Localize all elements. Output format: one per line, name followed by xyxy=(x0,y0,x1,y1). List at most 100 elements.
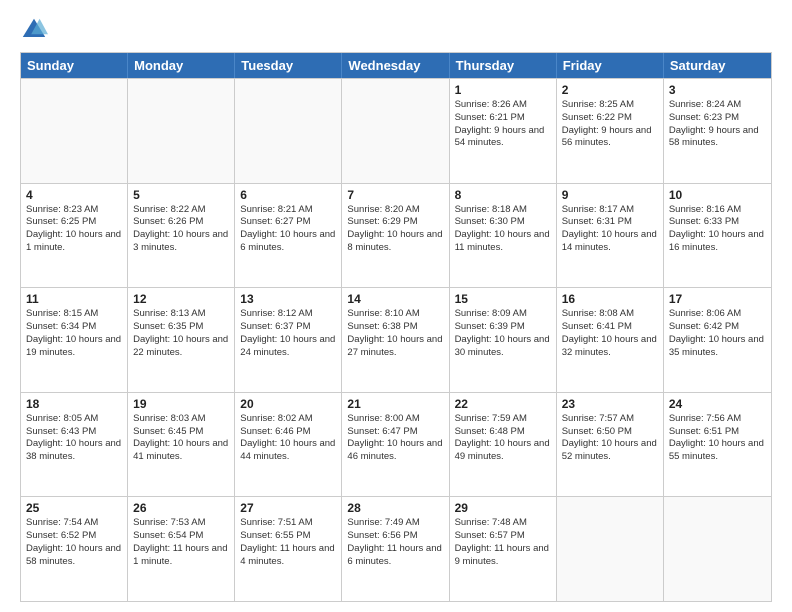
calendar-header-cell: Thursday xyxy=(450,53,557,78)
day-info: Sunrise: 8:08 AM Sunset: 6:41 PM Dayligh… xyxy=(562,308,658,359)
calendar-cell: 18 Sunrise: 8:05 AM Sunset: 6:43 PM Dayli… xyxy=(21,393,128,497)
day-info: Sunrise: 8:13 AM Sunset: 6:35 PM Dayligh… xyxy=(133,308,229,359)
day-info: Sunrise: 8:05 AM Sunset: 6:43 PM Dayligh… xyxy=(26,413,122,464)
day-info: Sunrise: 8:18 AM Sunset: 6:30 PM Dayligh… xyxy=(455,204,551,255)
day-info: Sunrise: 7:51 AM Sunset: 6:55 PM Dayligh… xyxy=(240,517,336,568)
day-number: 3 xyxy=(669,83,766,97)
day-number: 23 xyxy=(562,397,658,411)
day-number: 5 xyxy=(133,188,229,202)
day-info: Sunrise: 8:03 AM Sunset: 6:45 PM Dayligh… xyxy=(133,413,229,464)
day-number: 27 xyxy=(240,501,336,515)
day-info: Sunrise: 7:48 AM Sunset: 6:57 PM Dayligh… xyxy=(455,517,551,568)
day-info: Sunrise: 7:54 AM Sunset: 6:52 PM Dayligh… xyxy=(26,517,122,568)
calendar-cell: 19 Sunrise: 8:03 AM Sunset: 6:45 PM Dayli… xyxy=(128,393,235,497)
calendar-cell: 14 Sunrise: 8:10 AM Sunset: 6:38 PM Dayli… xyxy=(342,288,449,392)
calendar: SundayMondayTuesdayWednesdayThursdayFrid… xyxy=(20,52,772,602)
calendar-cell: 15 Sunrise: 8:09 AM Sunset: 6:39 PM Dayli… xyxy=(450,288,557,392)
calendar-cell: 27 Sunrise: 7:51 AM Sunset: 6:55 PM Dayli… xyxy=(235,497,342,601)
day-number: 6 xyxy=(240,188,336,202)
calendar-row: 18 Sunrise: 8:05 AM Sunset: 6:43 PM Dayli… xyxy=(21,392,771,497)
day-number: 20 xyxy=(240,397,336,411)
day-number: 22 xyxy=(455,397,551,411)
calendar-header-cell: Saturday xyxy=(664,53,771,78)
day-number: 2 xyxy=(562,83,658,97)
day-info: Sunrise: 8:23 AM Sunset: 6:25 PM Dayligh… xyxy=(26,204,122,255)
logo xyxy=(20,16,52,44)
calendar-cell: 16 Sunrise: 8:08 AM Sunset: 6:41 PM Dayli… xyxy=(557,288,664,392)
day-number: 21 xyxy=(347,397,443,411)
calendar-cell: 10 Sunrise: 8:16 AM Sunset: 6:33 PM Dayli… xyxy=(664,184,771,288)
day-info: Sunrise: 8:24 AM Sunset: 6:23 PM Dayligh… xyxy=(669,99,766,150)
day-number: 11 xyxy=(26,292,122,306)
day-info: Sunrise: 8:10 AM Sunset: 6:38 PM Dayligh… xyxy=(347,308,443,359)
day-number: 26 xyxy=(133,501,229,515)
day-number: 8 xyxy=(455,188,551,202)
calendar-cell xyxy=(128,79,235,183)
day-info: Sunrise: 8:15 AM Sunset: 6:34 PM Dayligh… xyxy=(26,308,122,359)
calendar-cell: 2 Sunrise: 8:25 AM Sunset: 6:22 PM Daylig… xyxy=(557,79,664,183)
calendar-cell xyxy=(21,79,128,183)
page-header xyxy=(20,16,772,44)
logo-icon xyxy=(20,16,48,44)
calendar-header-cell: Tuesday xyxy=(235,53,342,78)
calendar-cell: 22 Sunrise: 7:59 AM Sunset: 6:48 PM Dayli… xyxy=(450,393,557,497)
calendar-row: 11 Sunrise: 8:15 AM Sunset: 6:34 PM Dayli… xyxy=(21,287,771,392)
day-info: Sunrise: 8:21 AM Sunset: 6:27 PM Dayligh… xyxy=(240,204,336,255)
day-number: 4 xyxy=(26,188,122,202)
calendar-header-cell: Wednesday xyxy=(342,53,449,78)
day-info: Sunrise: 8:09 AM Sunset: 6:39 PM Dayligh… xyxy=(455,308,551,359)
day-info: Sunrise: 7:56 AM Sunset: 6:51 PM Dayligh… xyxy=(669,413,766,464)
calendar-cell: 4 Sunrise: 8:23 AM Sunset: 6:25 PM Daylig… xyxy=(21,184,128,288)
day-info: Sunrise: 7:49 AM Sunset: 6:56 PM Dayligh… xyxy=(347,517,443,568)
calendar-cell: 11 Sunrise: 8:15 AM Sunset: 6:34 PM Dayli… xyxy=(21,288,128,392)
day-number: 13 xyxy=(240,292,336,306)
calendar-cell: 26 Sunrise: 7:53 AM Sunset: 6:54 PM Dayli… xyxy=(128,497,235,601)
day-info: Sunrise: 7:53 AM Sunset: 6:54 PM Dayligh… xyxy=(133,517,229,568)
day-number: 19 xyxy=(133,397,229,411)
day-number: 14 xyxy=(347,292,443,306)
calendar-header-cell: Sunday xyxy=(21,53,128,78)
calendar-cell: 9 Sunrise: 8:17 AM Sunset: 6:31 PM Daylig… xyxy=(557,184,664,288)
day-number: 25 xyxy=(26,501,122,515)
day-info: Sunrise: 8:20 AM Sunset: 6:29 PM Dayligh… xyxy=(347,204,443,255)
calendar-row: 1 Sunrise: 8:26 AM Sunset: 6:21 PM Daylig… xyxy=(21,78,771,183)
calendar-cell: 21Sunrise: 8:00 AM Sunset: 6:47 PM Dayli… xyxy=(342,393,449,497)
calendar-cell: 17 Sunrise: 8:06 AM Sunset: 6:42 PM Dayli… xyxy=(664,288,771,392)
day-number: 1 xyxy=(455,83,551,97)
calendar-row: 25 Sunrise: 7:54 AM Sunset: 6:52 PM Dayli… xyxy=(21,496,771,601)
day-info: Sunrise: 8:22 AM Sunset: 6:26 PM Dayligh… xyxy=(133,204,229,255)
calendar-cell: 5 Sunrise: 8:22 AM Sunset: 6:26 PM Daylig… xyxy=(128,184,235,288)
day-info: Sunrise: 8:06 AM Sunset: 6:42 PM Dayligh… xyxy=(669,308,766,359)
day-number: 9 xyxy=(562,188,658,202)
day-number: 7 xyxy=(347,188,443,202)
day-info: Sunrise: 8:12 AM Sunset: 6:37 PM Dayligh… xyxy=(240,308,336,359)
calendar-cell: 25 Sunrise: 7:54 AM Sunset: 6:52 PM Dayli… xyxy=(21,497,128,601)
day-number: 10 xyxy=(669,188,766,202)
day-number: 16 xyxy=(562,292,658,306)
day-number: 28 xyxy=(347,501,443,515)
day-number: 15 xyxy=(455,292,551,306)
day-number: 18 xyxy=(26,397,122,411)
day-info: Sunrise: 8:16 AM Sunset: 6:33 PM Dayligh… xyxy=(669,204,766,255)
calendar-cell: 23 Sunrise: 7:57 AM Sunset: 6:50 PM Dayli… xyxy=(557,393,664,497)
calendar-cell: 24Sunrise: 7:56 AM Sunset: 6:51 PM Dayli… xyxy=(664,393,771,497)
day-info: Sunrise: 7:59 AM Sunset: 6:48 PM Dayligh… xyxy=(455,413,551,464)
day-info: Sunrise: 7:57 AM Sunset: 6:50 PM Dayligh… xyxy=(562,413,658,464)
calendar-cell: 6 Sunrise: 8:21 AM Sunset: 6:27 PM Daylig… xyxy=(235,184,342,288)
calendar-cell xyxy=(664,497,771,601)
calendar-cell xyxy=(557,497,664,601)
calendar-header-cell: Friday xyxy=(557,53,664,78)
calendar-cell: 1 Sunrise: 8:26 AM Sunset: 6:21 PM Daylig… xyxy=(450,79,557,183)
day-number: 29 xyxy=(455,501,551,515)
day-number: 17 xyxy=(669,292,766,306)
calendar-cell: 8 Sunrise: 8:18 AM Sunset: 6:30 PM Daylig… xyxy=(450,184,557,288)
calendar-cell xyxy=(235,79,342,183)
calendar-cell: 29 Sunrise: 7:48 AM Sunset: 6:57 PM Dayli… xyxy=(450,497,557,601)
calendar-header-row: SundayMondayTuesdayWednesdayThursdayFrid… xyxy=(21,53,771,78)
day-info: Sunrise: 8:17 AM Sunset: 6:31 PM Dayligh… xyxy=(562,204,658,255)
calendar-row: 4 Sunrise: 8:23 AM Sunset: 6:25 PM Daylig… xyxy=(21,183,771,288)
calendar-cell: 12 Sunrise: 8:13 AM Sunset: 6:35 PM Dayli… xyxy=(128,288,235,392)
day-info: Sunrise: 8:25 AM Sunset: 6:22 PM Dayligh… xyxy=(562,99,658,150)
day-number: 12 xyxy=(133,292,229,306)
day-info: Sunrise: 8:26 AM Sunset: 6:21 PM Dayligh… xyxy=(455,99,551,150)
